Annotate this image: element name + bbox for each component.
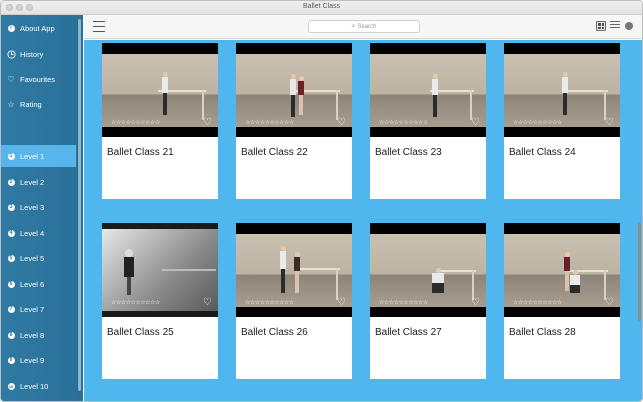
video-grid: ☆☆☆☆☆☆☆☆☆☆ ♡ Ballet Class 21 ☆☆☆☆☆☆☆☆☆☆ … <box>84 40 642 401</box>
level-number-icon: 1 <box>6 151 16 161</box>
sidebar: i About App History ♡ Favourites ☆ Ratin… <box>1 15 83 401</box>
grid-view-icon[interactable] <box>596 21 606 31</box>
sidebar-scrollbar-thumb[interactable] <box>78 19 81 391</box>
sidebar-item-level-3[interactable]: 3 Level 3 <box>1 196 76 218</box>
video-thumbnail: ☆☆☆☆☆☆☆☆☆☆ ♡ <box>236 223 352 317</box>
sidebar-item-level-10[interactable]: 10 Level 10 <box>1 375 76 397</box>
sidebar-item-level-8[interactable]: 8 Level 8 <box>1 324 76 346</box>
sidebar-item-level-5[interactable]: 5 Level 5 <box>1 247 76 269</box>
favourite-heart-icon[interactable]: ♡ <box>203 297 212 308</box>
sidebar-item-label: Favourites <box>20 74 56 84</box>
level-number-icon: 3 <box>6 202 16 212</box>
toolbar: ⌕ Search <box>84 15 642 39</box>
sidebar-item-level-6[interactable]: 6 Level 6 <box>1 273 76 295</box>
video-thumbnail: ☆☆☆☆☆☆☆☆☆☆ ♡ <box>102 43 218 137</box>
card-title: Ballet Class 26 <box>241 327 308 338</box>
sidebar-item-level-2[interactable]: 2 Level 2 <box>1 171 76 193</box>
content-scrollbar-thumb[interactable] <box>638 223 641 321</box>
favourite-heart-icon[interactable]: ♡ <box>203 117 212 128</box>
card-title: Ballet Class 21 <box>107 147 174 158</box>
sidebar-item-label: History <box>20 49 44 59</box>
sidebar-item-about-app[interactable]: i About App <box>1 17 76 39</box>
rating-stars[interactable]: ☆☆☆☆☆☆☆☆☆☆ <box>379 119 428 126</box>
sidebar-item-history[interactable]: History <box>1 43 76 65</box>
star-icon: ☆ <box>7 99 15 109</box>
app-window: Ballet Class i About App History ♡ Favou… <box>0 0 643 402</box>
card-title: Ballet Class 24 <box>509 147 576 158</box>
video-card[interactable]: ☆☆☆☆☆☆☆☆☆☆ ♡ Ballet Class 27 <box>370 223 486 379</box>
card-title: Ballet Class 22 <box>241 147 308 158</box>
sidebar-item-label: Level 10 <box>20 381 49 391</box>
sidebar-item-level-1[interactable]: 1 Level 1 <box>1 145 76 167</box>
video-thumbnail: ☆☆☆☆☆☆☆☆☆☆ ♡ <box>370 43 486 137</box>
sidebar-item-label: Level 1 <box>20 151 45 161</box>
level-number-icon: 5 <box>6 253 16 263</box>
rating-stars[interactable]: ☆☆☆☆☆☆☆☆☆☆ <box>513 299 562 306</box>
rating-stars[interactable]: ☆☆☆☆☆☆☆☆☆☆ <box>513 119 562 126</box>
video-thumbnail: ☆☆☆☆☆☆☆☆☆☆ ♡ <box>504 43 620 137</box>
video-card[interactable]: ☆☆☆☆☆☆☆☆☆☆ ♡ Ballet Class 22 <box>236 43 352 199</box>
info-icon: i <box>6 23 16 33</box>
level-number-icon: 6 <box>6 279 16 289</box>
menu-icon[interactable] <box>93 21 105 32</box>
video-card[interactable]: ☆☆☆☆☆☆☆☆☆☆ ♡ Ballet Class 23 <box>370 43 486 199</box>
favourite-heart-icon[interactable]: ♡ <box>605 117 614 128</box>
sidebar-item-label: Level 3 <box>20 202 45 212</box>
sidebar-item-label: Level 8 <box>20 330 45 340</box>
sidebar-item-label: About App <box>20 23 55 33</box>
favourite-heart-icon[interactable]: ♡ <box>337 117 346 128</box>
list-view-icon[interactable] <box>610 21 620 31</box>
video-thumbnail: ☆☆☆☆☆☆☆☆☆☆ ♡ <box>102 223 218 317</box>
sidebar-item-label: Rating <box>20 99 42 109</box>
favourite-heart-icon[interactable]: ♡ <box>471 117 480 128</box>
level-number-icon: 2 <box>6 177 16 187</box>
level-number-icon: 9 <box>6 355 16 365</box>
sidebar-item-label: Level 9 <box>20 355 45 365</box>
card-title: Ballet Class 28 <box>509 327 576 338</box>
level-number-icon: 10 <box>7 382 15 390</box>
card-title: Ballet Class 23 <box>375 147 442 158</box>
card-title: Ballet Class 25 <box>107 327 174 338</box>
search-field[interactable]: ⌕ Search <box>308 20 420 33</box>
search-placeholder: Search <box>357 23 377 30</box>
sidebar-item-label: Level 7 <box>20 304 45 314</box>
sidebar-item-level-4[interactable]: 4 Level 4 <box>1 222 76 244</box>
video-thumbnail: ☆☆☆☆☆☆☆☆☆☆ ♡ <box>504 223 620 317</box>
search-icon: ⌕ <box>351 22 356 30</box>
sidebar-item-level-9[interactable]: 9 Level 9 <box>1 349 76 371</box>
card-title: Ballet Class 27 <box>375 327 442 338</box>
sidebar-item-label: Level 6 <box>20 279 45 289</box>
sidebar-item-level-7[interactable]: 7 Level 7 <box>1 298 76 320</box>
level-number-icon: 4 <box>6 228 16 238</box>
favourite-heart-icon[interactable]: ♡ <box>605 297 614 308</box>
rating-stars[interactable]: ☆☆☆☆☆☆☆☆☆☆ <box>111 119 160 126</box>
sidebar-item-label: Level 4 <box>20 228 45 238</box>
rating-stars[interactable]: ☆☆☆☆☆☆☆☆☆☆ <box>379 299 428 306</box>
title-bar: Ballet Class <box>1 1 642 15</box>
level-number-icon: 8 <box>6 330 16 340</box>
video-card[interactable]: ☆☆☆☆☆☆☆☆☆☆ ♡ Ballet Class 25 <box>102 223 218 379</box>
video-card[interactable]: ☆☆☆☆☆☆☆☆☆☆ ♡ Ballet Class 24 <box>504 43 620 199</box>
level-number-icon: 7 <box>6 304 16 314</box>
window-title: Ballet Class <box>303 3 340 10</box>
heart-icon: ♡ <box>7 74 15 84</box>
video-card[interactable]: ☆☆☆☆☆☆☆☆☆☆ ♡ Ballet Class 21 <box>102 43 218 199</box>
video-card[interactable]: ☆☆☆☆☆☆☆☆☆☆ ♡ Ballet Class 28 <box>504 223 620 379</box>
video-card[interactable]: ☆☆☆☆☆☆☆☆☆☆ ♡ Ballet Class 26 <box>236 223 352 379</box>
sidebar-item-label: Level 5 <box>20 253 45 263</box>
rating-stars[interactable]: ☆☆☆☆☆☆☆☆☆☆ <box>245 119 294 126</box>
favourite-heart-icon[interactable]: ♡ <box>337 297 346 308</box>
rating-stars[interactable]: ☆☆☆☆☆☆☆☆☆☆ <box>245 299 294 306</box>
info-icon[interactable] <box>625 22 633 30</box>
rating-stars[interactable]: ☆☆☆☆☆☆☆☆☆☆ <box>111 299 160 306</box>
favourite-heart-icon[interactable]: ♡ <box>471 297 480 308</box>
sidebar-item-favourites[interactable]: ♡ Favourites <box>1 68 76 90</box>
sidebar-item-rating[interactable]: ☆ Rating <box>1 93 76 115</box>
sidebar-item-label: Level 2 <box>20 177 45 187</box>
clock-icon <box>6 49 16 59</box>
video-thumbnail: ☆☆☆☆☆☆☆☆☆☆ ♡ <box>370 223 486 317</box>
video-thumbnail: ☆☆☆☆☆☆☆☆☆☆ ♡ <box>236 43 352 137</box>
